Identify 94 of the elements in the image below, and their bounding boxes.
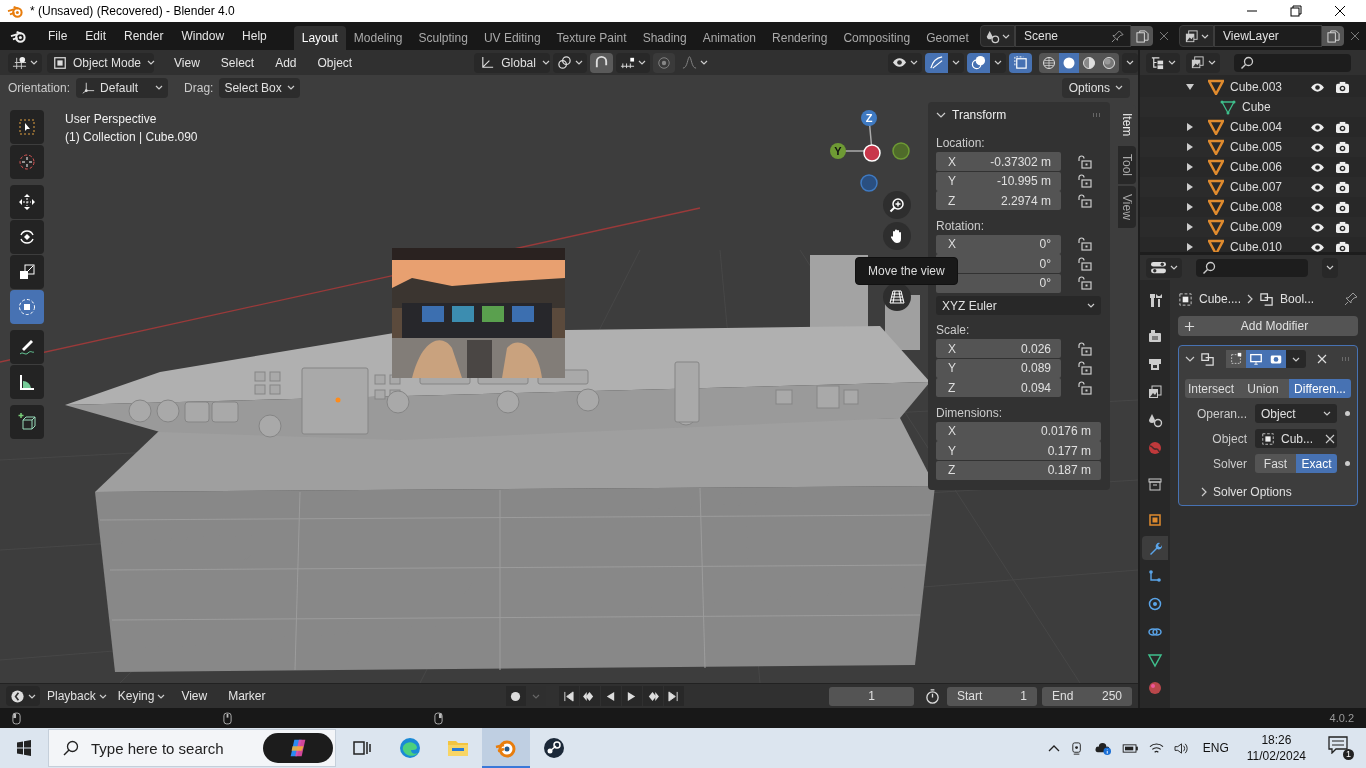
menu-item[interactable]: View: [172, 686, 217, 706]
mode-dropdown[interactable]: Object Mode: [47, 52, 154, 73]
menu-item[interactable]: Window: [172, 26, 234, 46]
menu-item[interactable]: Marker: [219, 686, 275, 706]
search-input[interactable]: Type here to search: [89, 738, 253, 758]
view-title: User Perspective: [65, 111, 158, 128]
outliner-item[interactable]: Cube.004: [1230, 120, 1283, 134]
workspace-tab[interactable]: Shading: [634, 26, 695, 50]
scene-name-field[interactable]: Scene: [1015, 25, 1131, 47]
end-value: 250: [1101, 689, 1122, 703]
outliner-item[interactable]: Cube.006: [1230, 160, 1283, 174]
rotation-mode-dropdown[interactable]: XYZ Euler: [936, 296, 1101, 315]
menu-item[interactable]: Select: [211, 52, 264, 73]
outliner-item[interactable]: Cube.003: [1230, 80, 1283, 94]
outliner-item[interactable]: Cube: [1242, 100, 1271, 114]
operation-option[interactable]: Intersect: [1185, 379, 1237, 398]
add-modifier-button[interactable]: Add Modifier: [1178, 316, 1358, 336]
window-title: * (Unsaved) (Recovered) - Blender 4.0: [30, 4, 235, 18]
solver-option[interactable]: Fast: [1255, 454, 1296, 473]
menu-item[interactable]: Help: [233, 26, 276, 46]
view-layer-name-field[interactable]: ViewLayer: [1214, 25, 1322, 47]
menu-item[interactable]: Add: [266, 52, 306, 73]
notifications-button[interactable]: 1: [1328, 736, 1354, 760]
workspace-tab[interactable]: Compositing: [835, 26, 919, 50]
menu-item[interactable]: View: [165, 52, 209, 73]
operand-dropdown[interactable]: Object: [1255, 404, 1337, 423]
workspace-tab[interactable]: Layout: [293, 26, 346, 50]
menu-item[interactable]: Render: [115, 26, 173, 46]
subpanel-header[interactable]: Solver Options: [1185, 485, 1351, 499]
current-frame-field[interactable]: 1: [829, 686, 914, 706]
number-field[interactable]: Z 0.094: [936, 378, 1061, 398]
options-dropdown[interactable]: Options: [1061, 77, 1130, 98]
workspace-tab[interactable]: Sculpting: [410, 26, 476, 50]
sidebar-tab[interactable]: View: [1118, 186, 1136, 229]
workspace-tab[interactable]: Texture Paint: [548, 26, 635, 50]
navigation-gizmo[interactable]: Z Y: [826, 105, 916, 195]
start-frame-field[interactable]: Start 1: [947, 686, 1037, 706]
start-label: Start: [957, 689, 983, 703]
orientation-dropdown[interactable]: Global: [474, 52, 551, 73]
workspace-tab[interactable]: UV Editing: [475, 26, 549, 50]
operation-option[interactable]: Union: [1237, 379, 1289, 398]
notification-count: 1: [1343, 749, 1354, 760]
outliner-item[interactable]: Cube.007: [1230, 180, 1283, 194]
menu-item[interactable]: File: [39, 26, 77, 46]
number-field[interactable]: X -0.37302 m: [936, 152, 1061, 172]
outliner-item[interactable]: Cube.005: [1230, 140, 1283, 154]
operation-option[interactable]: Differen...: [1289, 379, 1351, 398]
panel-title[interactable]: Transform: [952, 108, 1007, 122]
version-label: 4.0.2: [1329, 712, 1354, 724]
field-label: Operan...: [1195, 406, 1248, 421]
group-label: Dimensions:: [936, 404, 1004, 422]
workspace-tab[interactable]: Modeling: [345, 26, 411, 50]
workspace-tab[interactable]: Geomet: [918, 26, 977, 50]
menu-item[interactable]: Edit: [76, 26, 116, 46]
number-field[interactable]: X 0.0176 m: [936, 421, 1101, 441]
breadcrumb-item: Bool...: [1280, 292, 1315, 306]
menu-item[interactable]: Object: [308, 52, 362, 73]
number-field[interactable]: X 0°: [936, 234, 1061, 254]
menu-dropdown[interactable]: Keying: [113, 686, 170, 706]
workspace-tab[interactable]: Animation: [694, 26, 765, 50]
number-field[interactable]: Z 0.187 m: [936, 460, 1101, 480]
drag-label: Drag:: [184, 80, 214, 95]
end-label: End: [1052, 689, 1074, 703]
group-label: Scale:: [936, 322, 971, 339]
orientation-label: Orientation:: [8, 80, 71, 95]
number-field[interactable]: Y 0.177 m: [936, 441, 1101, 461]
tooltip: Move the view: [855, 257, 958, 285]
outliner-item[interactable]: Cube.008: [1230, 200, 1283, 214]
date-label: 11/02/2024: [1246, 748, 1306, 764]
number-field[interactable]: Y 0.089: [936, 358, 1061, 378]
view-info: (1) Collection | Cube.090: [65, 129, 198, 146]
search-field[interactable]: Type here to search: [48, 729, 336, 767]
clock[interactable]: 18:26 11/02/2024: [1246, 732, 1306, 764]
group-label: Location:: [936, 135, 986, 152]
start-value: 1: [1020, 689, 1027, 703]
group-label: Rotation:: [936, 217, 986, 235]
end-frame-field[interactable]: End 250: [1042, 686, 1132, 706]
orientation-dropdown[interactable]: Default: [76, 77, 169, 98]
workspace-tab[interactable]: Rendering: [764, 26, 836, 50]
field-label: Object: [1211, 431, 1248, 446]
drag-dropdown[interactable]: Select Box: [219, 77, 300, 98]
number-field[interactable]: Z 2.2974 m: [936, 191, 1061, 211]
time-label: 18:26: [1261, 732, 1292, 748]
outliner-item[interactable]: Cube.009: [1230, 220, 1283, 234]
field-label: Solver: [1212, 456, 1248, 471]
number-field[interactable]: X 0.026: [936, 339, 1061, 359]
language-indicator[interactable]: ENG: [1202, 741, 1229, 755]
solver-option[interactable]: Exact: [1296, 454, 1337, 473]
object-field[interactable]: Cub...: [1255, 429, 1337, 448]
breadcrumb-item: Cube....: [1199, 292, 1242, 306]
number-field[interactable]: Y -10.995 m: [936, 171, 1061, 191]
outliner-item[interactable]: Cube.010: [1230, 240, 1283, 252]
menu-dropdown[interactable]: Playback: [43, 686, 111, 706]
sidebar-tab[interactable]: Tool: [1118, 146, 1136, 185]
